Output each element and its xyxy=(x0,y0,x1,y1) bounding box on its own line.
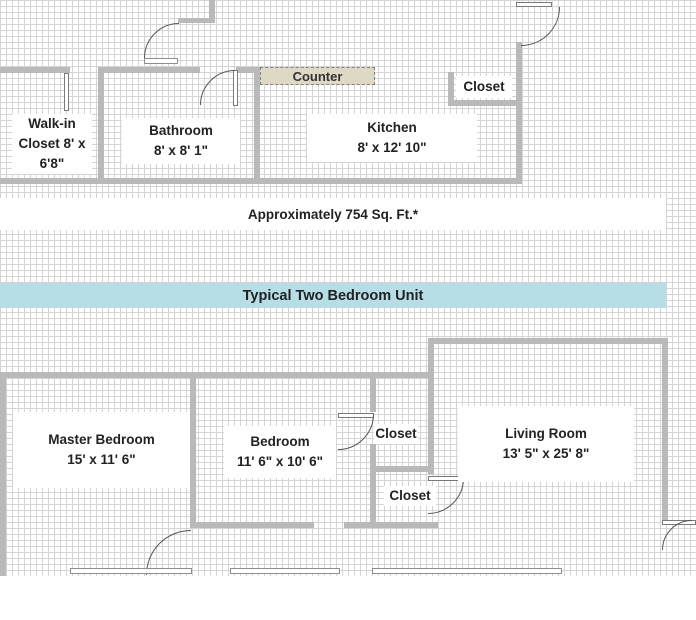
room-name: Bathroom xyxy=(149,123,213,138)
wall xyxy=(428,338,668,344)
wall xyxy=(98,67,104,184)
room-label-walk-in-closet: Walk-in Closet 8' x 6'8" xyxy=(12,114,92,174)
wall xyxy=(344,522,438,528)
room-label-bathroom: Bathroom 8' x 8' 1" xyxy=(122,118,240,164)
window xyxy=(70,568,192,574)
room-name: Closet 8' x xyxy=(18,136,86,151)
room-dimensions: 8' x 8' 1" xyxy=(153,143,209,158)
window xyxy=(230,568,340,574)
room-dimensions: 8' x 12' 10" xyxy=(357,140,427,155)
room-dimensions: 11' 6" x 10' 6" xyxy=(236,454,324,469)
wall xyxy=(190,372,196,528)
area-note: Approximately 754 Sq. Ft.* xyxy=(0,198,666,230)
room-name: Master Bedroom xyxy=(48,432,155,447)
counter: Counter xyxy=(260,67,375,85)
room-dimensions: 6'8" xyxy=(39,156,65,171)
unit-banner: Typical Two Bedroom Unit xyxy=(0,283,666,308)
window xyxy=(372,568,562,574)
wall xyxy=(428,338,434,474)
wall xyxy=(0,67,70,73)
wall xyxy=(662,338,668,520)
wall xyxy=(516,42,522,184)
wall xyxy=(448,100,516,106)
wall xyxy=(178,18,215,23)
room-name: Closet xyxy=(463,79,505,94)
window xyxy=(144,58,178,64)
room-name: Closet xyxy=(389,488,431,503)
wall xyxy=(98,67,200,73)
room-label-master-bedroom: Master Bedroom 15' x 11' 6" xyxy=(13,412,190,488)
wall xyxy=(370,444,376,528)
wall xyxy=(190,522,314,528)
wall xyxy=(0,178,522,184)
room-label-living-room: Living Room 13' 5" x 25' 8" xyxy=(458,406,634,482)
room-dimensions: 15' x 11' 6" xyxy=(67,452,136,467)
room-name: Bedroom xyxy=(250,434,310,449)
room-dimensions: 13' 5" x 25' 8" xyxy=(502,446,590,461)
door-leaf xyxy=(64,73,69,111)
wall xyxy=(370,372,376,412)
door-leaf xyxy=(516,2,552,7)
room-name: Walk-in xyxy=(28,116,76,131)
room-label-kitchen: Kitchen 8' x 12' 10" xyxy=(307,114,477,162)
area-note-text: Approximately 754 Sq. Ft.* xyxy=(247,206,419,222)
unit-banner-text: Typical Two Bedroom Unit xyxy=(242,287,424,304)
wall xyxy=(0,372,6,576)
room-label-closet: Closet xyxy=(384,486,436,506)
room-name: Closet xyxy=(375,426,417,441)
room-label-bedroom: Bedroom 11' 6" x 10' 6" xyxy=(224,426,336,478)
room-name: Living Room xyxy=(505,426,587,441)
floor-plan: Counter Walk-in Closet 8' x 6'8" Bathroo… xyxy=(0,0,696,576)
room-name: Kitchen xyxy=(367,120,417,135)
wall xyxy=(0,372,432,378)
room-label-closet: Closet xyxy=(456,76,512,98)
wall xyxy=(370,466,434,472)
room-label-closet: Closet xyxy=(374,424,418,444)
